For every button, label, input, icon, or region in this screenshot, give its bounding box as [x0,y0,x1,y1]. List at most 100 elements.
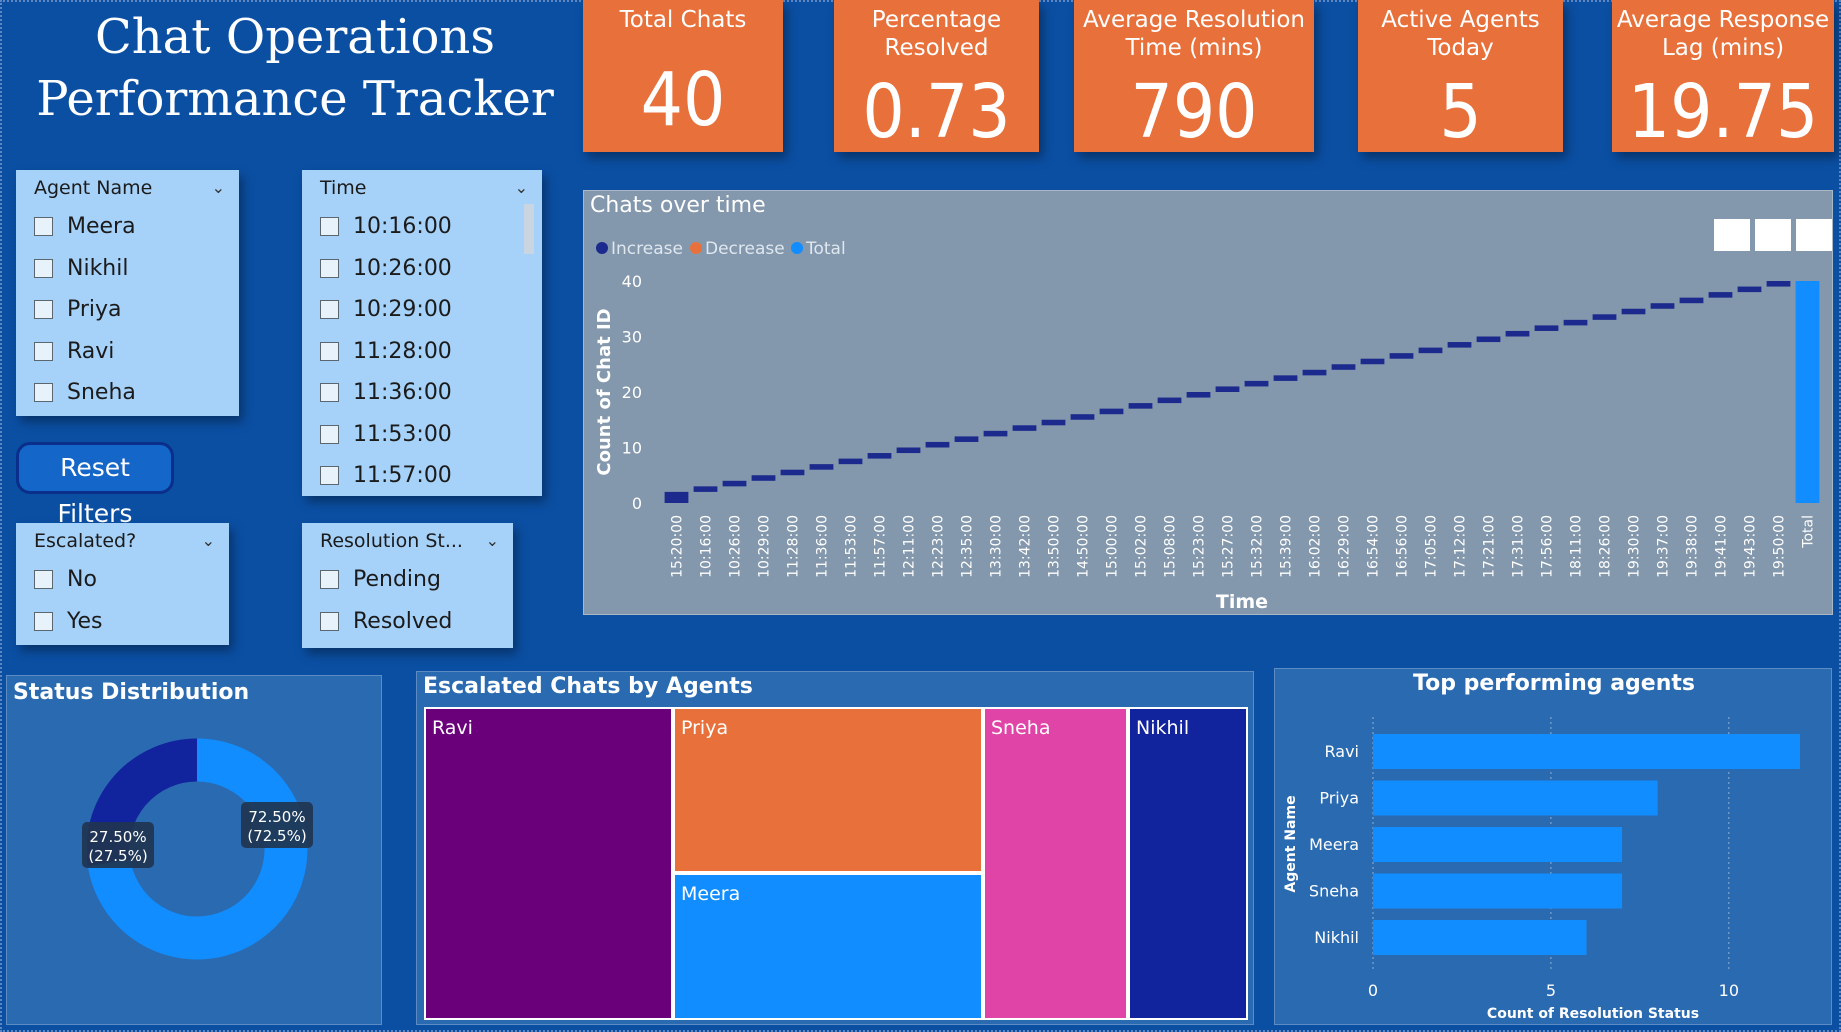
kpi-active-agents: Active Agents Today 5 [1358,0,1563,152]
slicer-item-label: Nikhil [67,255,129,281]
scrollbar-thumb[interactable] [524,204,534,254]
x-tick-label: 17:21:00 [1482,515,1498,578]
checkbox[interactable] [320,424,339,444]
y-tick-label: 0 [632,494,642,513]
legend-marker [596,242,608,254]
treemap-cell-meera[interactable]: Meera [673,873,983,1020]
waterfall-bar [983,430,1008,437]
slicer-item-time[interactable]: 11:28:00 [302,331,542,373]
slicer-header[interactable]: Agent Name ⌄ [16,170,239,206]
checkbox[interactable] [34,341,53,361]
x-tick-label: 5 [1546,981,1556,1000]
slicer-header[interactable]: Escalated? ⌄ [16,523,229,559]
slicer-header[interactable]: Resolution St... ⌄ [302,523,513,559]
treemap-cell-priya[interactable]: Priya [673,707,983,873]
waterfall-bar [838,458,863,465]
slicer-item-time[interactable]: 10:16:00 [302,206,542,248]
slicer-item-pending[interactable]: Pending [302,559,513,601]
slicer-item-yes[interactable]: Yes [16,601,229,643]
status-distribution-panel: Status Distribution 72.50% (72.5%) 27.50%(… [6,675,382,1025]
checkbox[interactable] [34,300,53,320]
x-tick-label: 16:54:00 [1366,515,1382,578]
escalated-slicer: Escalated? ⌄ No Yes [16,523,229,645]
x-tick-label: 10:16:00 [699,515,715,578]
kpi-percentage-resolved: Percentage Resolved 0.73 [834,0,1039,152]
slicer-item-label: 10:26:00 [353,255,452,281]
checkbox[interactable] [34,570,53,590]
slicer-item-label: Priya [67,297,122,322]
slicer-item-no[interactable]: No [16,559,229,601]
checkbox[interactable] [320,570,339,590]
checkbox[interactable] [320,300,339,320]
slicer-item-label: Yes [67,608,103,634]
checkbox[interactable] [320,217,339,237]
x-tick-label: 13:50:00 [1047,515,1063,578]
kpi-total-chats: Total Chats 40 [583,0,783,152]
checkbox[interactable] [34,383,53,403]
chevron-down-icon[interactable]: ⌄ [486,523,499,559]
chevron-down-icon[interactable]: ⌄ [515,170,528,206]
data-label: 72.50% [248,808,305,826]
x-tick-label: 14:50:00 [1076,515,1092,578]
x-tick-label: 11:36:00 [815,515,831,578]
checkbox[interactable] [320,383,339,403]
slicer-item-nikhil[interactable]: Nikhil [16,248,239,290]
waterfall-bar [1012,425,1037,431]
agent-bar [1373,873,1623,909]
waterfall-bar [1766,281,1791,287]
slicer-item-label: 11:57:00 [353,463,452,488]
slicer-item-time[interactable]: 10:26:00 [302,248,542,290]
x-tick-label: 17:12:00 [1453,515,1469,578]
x-tick-label: 10 [1719,981,1739,1000]
slicer-item-priya[interactable]: Priya [16,289,239,331]
waterfall-bar [1650,303,1675,309]
slicer-item-sneha[interactable]: Sneha [16,372,239,414]
x-tick-label: 18:11:00 [1569,515,1585,578]
waterfall-bar [925,441,950,448]
chevron-down-icon[interactable]: ⌄ [212,170,225,206]
waterfall-bar [1447,342,1472,348]
waterfall-bar [1505,330,1530,337]
data-label: 27.50% [89,828,146,846]
kpi-value: 40 [640,57,726,143]
slicer-item-time[interactable]: 11:53:00 [302,414,542,456]
waterfall-bar [1215,386,1240,392]
waterfall-bar [1563,319,1588,326]
checkbox[interactable] [34,217,53,237]
x-tick-label: 15:00:00 [1105,515,1121,578]
slicer-item-resolved[interactable]: Resolved [302,601,513,643]
checkbox[interactable] [320,466,339,486]
waterfall-bar [780,469,805,476]
slicer-item-meera[interactable]: Meera [16,206,239,248]
x-tick-label: 19:50:00 [1772,515,1788,578]
data-label: (27.5%) [88,847,147,865]
chevron-down-icon[interactable]: ⌄ [202,523,215,559]
waterfall-bar [809,464,834,470]
waterfall-bar [867,453,892,459]
treemap-cell-ravi[interactable]: Ravi [424,707,673,1020]
slicer-item-time[interactable]: 11:36:00 [302,372,542,414]
checkbox[interactable] [34,611,53,631]
page-title: Chat Operations Performance Tracker [10,6,580,130]
slicer-item-ravi[interactable]: Ravi [16,331,239,373]
x-tick-label: 15:27:00 [1221,515,1237,578]
reset-filters-button[interactable]: Reset Filters [16,442,174,528]
legend-label: Decrease [705,239,785,259]
treemap-cell-nikhil[interactable]: Nikhil [1128,707,1248,1020]
checkbox[interactable] [320,258,339,278]
checkbox[interactable] [320,611,339,631]
kpi-average-response-lag: Average Response Lag (mins) 19.75 [1612,0,1834,152]
waterfall-bar [1679,297,1704,304]
escalated-chats-panel: Escalated Chats by Agents Ravi Priya Meera… [416,671,1254,1025]
slicer-item-time[interactable]: 11:57:00 [302,455,542,497]
x-tick-label: 18:26:00 [1598,515,1614,578]
checkbox[interactable] [34,258,53,278]
treemap-cell-sneha[interactable]: Sneha [983,707,1128,1020]
slicer-header[interactable]: Time ⌄ [302,170,542,206]
waterfall-bar [1186,392,1211,398]
x-tick-label: 16:02:00 [1308,515,1324,578]
checkbox[interactable] [320,341,339,361]
waterfall-bar [1621,308,1646,315]
slicer-item-time[interactable]: 10:29:00 [302,289,542,331]
waterfall-bar [664,491,689,503]
